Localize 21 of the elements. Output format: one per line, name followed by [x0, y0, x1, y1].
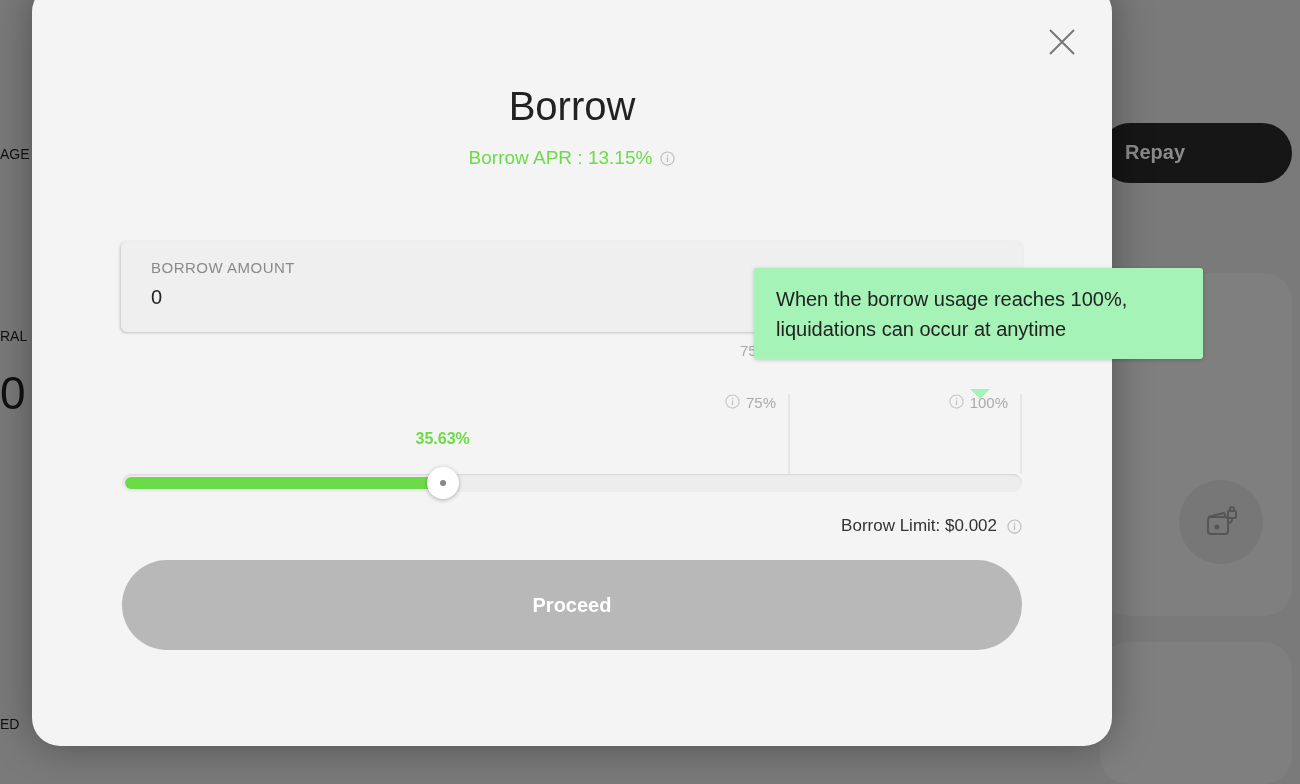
dialog-title: Borrow: [508, 84, 636, 129]
label-text: AGE: [0, 146, 30, 162]
label-text: RAL: [0, 328, 28, 344]
field-label: BORROW AMOUNT: [151, 259, 296, 276]
usage-slider[interactable]: [122, 467, 1022, 499]
borrow-limit-text: Borrow Limit: $0.002: [841, 516, 997, 536]
label-text: ED: [0, 716, 20, 732]
tooltip: When the borrow usage reaches 100%, liquidations can occur at anytime: [754, 268, 1203, 359]
label-text: 0: [0, 366, 26, 420]
info-icon: [724, 394, 740, 409]
slider-handle[interactable]: [426, 467, 459, 499]
usage-reading: 35.63%: [415, 430, 470, 448]
tooltip-pointer: [970, 389, 990, 399]
apr-text: Borrow APR : 13.15%: [468, 147, 653, 169]
info-icon: [660, 150, 676, 166]
info-icon: [948, 394, 964, 409]
marker-label: 100%: [969, 394, 1008, 411]
close-button[interactable]: [1048, 28, 1076, 56]
marker-label: 75%: [745, 394, 776, 411]
info-icon: [1007, 518, 1022, 534]
close-icon: [1048, 28, 1076, 56]
